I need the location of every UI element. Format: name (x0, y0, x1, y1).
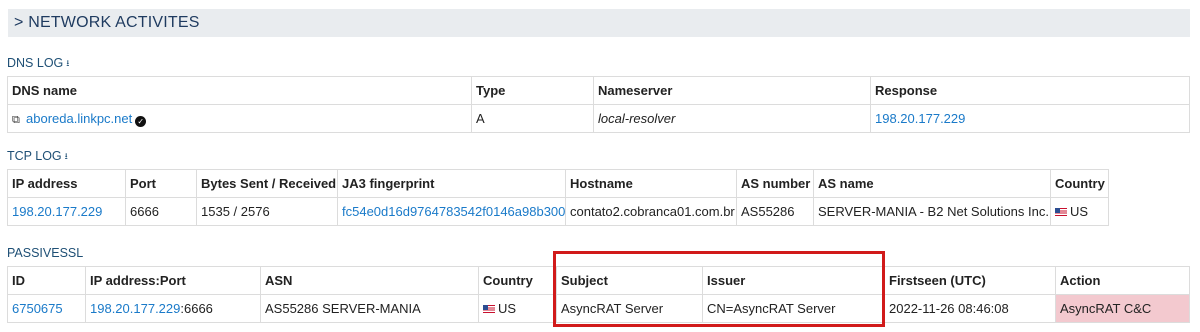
ip-link[interactable]: 198.20.177.229 (12, 204, 102, 219)
column-header: DNS name (7, 76, 472, 105)
port-cell: 6666 (125, 197, 197, 226)
issuer-cell: CN=AsyncRAT Server (702, 294, 885, 323)
hostname-cell: contato2.cobranca01.com.br (565, 197, 737, 226)
download-icon[interactable]: ⭳ (66, 58, 69, 68)
ip-cell: 198.20.177.229 (7, 197, 126, 226)
id-link[interactable]: 6750675 (12, 301, 63, 316)
dns-log-label: DNS LOG (7, 56, 64, 70)
table-header-row: IP address Port Bytes Sent / Received JA… (7, 169, 1109, 198)
firstseen-cell: 2022-11-26 08:46:08 (884, 294, 1056, 323)
column-header: Type (471, 76, 594, 105)
tcp-log-table: IP address Port Bytes Sent / Received JA… (7, 169, 1109, 226)
table-header-row: DNS name Type Nameserver Response (7, 76, 1190, 105)
dns-name-cell: ⧉ aboreda.linkpc.net ✓ (7, 104, 472, 133)
dns-log-table: DNS name Type Nameserver Response ⧉ abore… (7, 76, 1190, 133)
column-header: IP address (7, 169, 126, 198)
column-header: Nameserver (593, 76, 871, 105)
as-name-cell: SERVER-MANIA - B2 Net Solutions Inc. (813, 197, 1051, 226)
ja3-cell: fc54e0d16d9764783542f0146a98b300 (337, 197, 566, 226)
column-header: Country (478, 266, 557, 295)
verified-check-icon: ✓ (135, 115, 147, 127)
dns-log-title[interactable]: DNS LOG ⭳ (7, 56, 69, 72)
tcp-log-label: TCP LOG (7, 149, 62, 163)
download-icon[interactable]: ⭳ (65, 151, 68, 161)
column-header: ASN (260, 266, 479, 295)
table-row: 6750675 198.20.177.229:6666 AS55286 SERV… (7, 294, 1190, 323)
column-header: Bytes Sent / Received (196, 169, 338, 198)
table-header-row: ID IP address:Port ASN Country Subject I… (7, 266, 1190, 295)
ip-port-cell: 198.20.177.229:6666 (85, 294, 261, 323)
copy-icon[interactable]: ⧉ (12, 114, 24, 127)
column-header: Port (125, 169, 197, 198)
bytes-cell: 1535 / 2576 (196, 197, 338, 226)
passivessl-table: ID IP address:Port ASN Country Subject I… (7, 266, 1190, 323)
column-header: Action (1055, 266, 1190, 295)
id-cell: 6750675 (7, 294, 86, 323)
column-header: JA3 fingerprint (337, 169, 566, 198)
ja3-link[interactable]: fc54e0d16d9764783542f0146a98b300 (342, 204, 565, 219)
column-header: Issuer (702, 266, 885, 295)
passivessl-title: PASSIVESSL (7, 246, 84, 260)
ip-link[interactable]: 198.20.177.229 (90, 301, 180, 316)
us-flag-icon (1055, 208, 1067, 216)
subject-cell: AsyncRAT Server (556, 294, 703, 323)
column-header: Response (870, 76, 1190, 105)
table-row: ⧉ aboreda.linkpc.net ✓ A local-resolver 19… (7, 104, 1190, 133)
column-header: ID (7, 266, 86, 295)
country-cell: US (478, 294, 557, 323)
action-badge: AsyncRAT C&C (1055, 294, 1190, 323)
tcp-log-title[interactable]: TCP LOG ⭳ (7, 149, 68, 165)
dns-type-cell: A (471, 104, 594, 133)
country-code: US (1070, 204, 1089, 219)
table-row: 198.20.177.229 6666 1535 / 2576 fc54e0d1… (7, 197, 1109, 226)
nameserver-cell: local-resolver (593, 104, 871, 133)
column-header: Hostname (565, 169, 737, 198)
response-cell: 198.20.177.229 (870, 104, 1190, 133)
country-code: US (498, 301, 517, 316)
dns-name-link[interactable]: aboreda.linkpc.net (26, 111, 132, 126)
port-suffix: :6666 (180, 301, 213, 316)
section-title: > NETWORK ACTIVITES (8, 9, 1190, 37)
column-header: AS name (813, 169, 1051, 198)
response-ip-link[interactable]: 198.20.177.229 (875, 111, 965, 126)
column-header: Country (1050, 169, 1109, 198)
column-header: AS number (736, 169, 814, 198)
column-header: IP address:Port (85, 266, 261, 295)
column-header: Subject (556, 266, 703, 295)
country-cell: US (1050, 197, 1109, 226)
as-number-cell: AS55286 (736, 197, 814, 226)
us-flag-icon (483, 305, 495, 313)
asn-cell: AS55286 SERVER-MANIA (260, 294, 479, 323)
column-header: Firstseen (UTC) (884, 266, 1056, 295)
